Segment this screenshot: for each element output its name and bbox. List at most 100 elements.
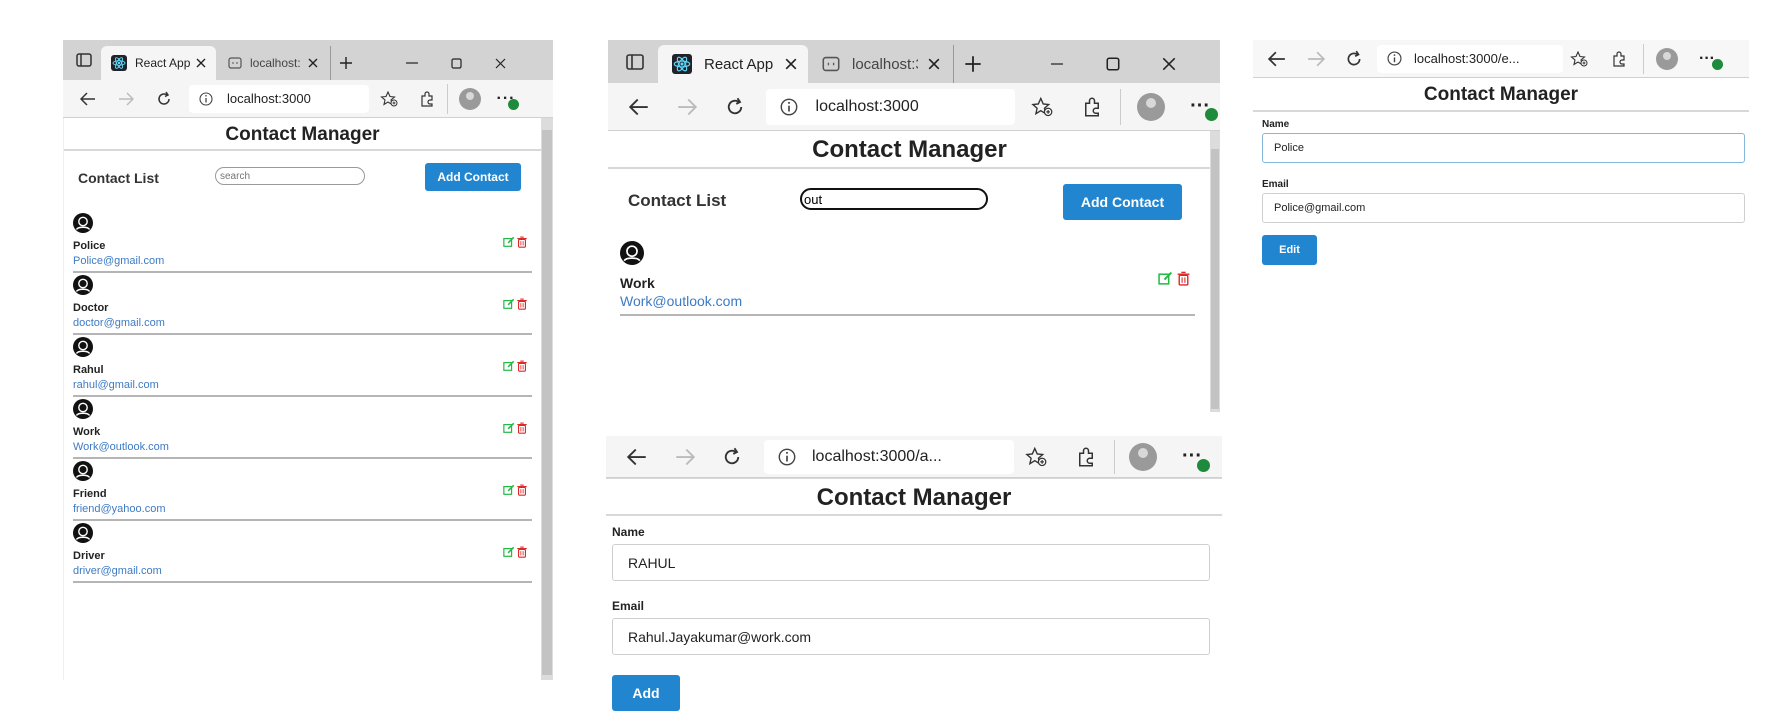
name-field-value: Police xyxy=(1274,142,1304,154)
contact-email: Work@outlook.com xyxy=(73,441,169,453)
edit-icon[interactable] xyxy=(503,484,515,496)
edit-icon[interactable] xyxy=(503,236,515,248)
reload-icon[interactable] xyxy=(714,89,756,125)
back-icon[interactable] xyxy=(616,440,658,474)
contact-item[interactable]: Doctor doctor@gmail.com xyxy=(73,275,532,335)
close-window-icon[interactable] xyxy=(1141,45,1197,83)
user-avatar-icon xyxy=(73,399,93,419)
contact-list-heading: Contact List xyxy=(78,170,159,186)
reload-icon[interactable] xyxy=(712,440,752,474)
edit-icon[interactable] xyxy=(503,546,515,558)
trash-icon[interactable] xyxy=(516,422,528,434)
trash-icon[interactable] xyxy=(516,298,528,310)
contact-item[interactable]: Work Work@outlook.com xyxy=(620,241,1195,316)
more-icon[interactable]: ··· xyxy=(491,84,521,114)
email-label: Email xyxy=(1262,179,1289,190)
contact-item[interactable]: Rahul rahul@gmail.com xyxy=(73,337,532,397)
forward-icon[interactable] xyxy=(1295,44,1337,74)
extensions-icon[interactable] xyxy=(407,84,447,114)
info-icon[interactable] xyxy=(199,91,213,106)
address-bar[interactable]: localhost:3000/e... xyxy=(1377,44,1563,73)
profile-icon[interactable] xyxy=(1114,439,1170,474)
contact-item[interactable]: Police Police@gmail.com xyxy=(73,213,532,273)
extensions-icon[interactable] xyxy=(1065,89,1121,125)
contact-email: driver@gmail.com xyxy=(73,565,162,577)
reload-icon[interactable] xyxy=(1337,44,1371,74)
back-icon[interactable] xyxy=(618,89,660,125)
back-icon[interactable] xyxy=(71,84,105,114)
tab-react-app[interactable]: React App xyxy=(101,46,216,80)
plus-icon[interactable] xyxy=(330,46,360,80)
trash-icon[interactable] xyxy=(1176,271,1191,286)
close-window-icon[interactable] xyxy=(478,46,522,80)
name-field[interactable]: RAHUL xyxy=(612,544,1210,581)
address-bar[interactable]: localhost:3000/a... xyxy=(764,439,1014,474)
maximize-icon[interactable] xyxy=(1085,45,1141,83)
navigation-bar: localhost:3000 ··· xyxy=(63,80,553,118)
info-icon[interactable] xyxy=(778,448,796,466)
tab-label: React App xyxy=(135,56,191,70)
close-icon[interactable] xyxy=(927,57,941,71)
add-contact-button[interactable]: Add Contact xyxy=(425,163,521,191)
edit-icon[interactable] xyxy=(503,298,515,310)
more-icon[interactable]: ··· xyxy=(1180,89,1220,125)
tab-localhost[interactable]: localhost:3 xyxy=(808,45,953,83)
trash-icon[interactable] xyxy=(516,360,528,372)
back-icon[interactable] xyxy=(1259,44,1295,74)
contact-list-header: Contact List Add Contact xyxy=(64,151,553,213)
forward-icon[interactable] xyxy=(658,440,712,474)
extensions-icon[interactable] xyxy=(1058,440,1114,474)
trash-icon[interactable] xyxy=(516,236,528,248)
forward-icon[interactable] xyxy=(105,84,147,114)
address-bar[interactable]: localhost:3000 xyxy=(189,84,369,113)
extensions-icon[interactable] xyxy=(1595,44,1643,74)
name-field-value: RAHUL xyxy=(628,554,676,571)
close-icon[interactable] xyxy=(194,56,208,70)
forward-icon[interactable] xyxy=(660,89,714,125)
user-avatar-icon xyxy=(73,337,93,357)
email-field[interactable]: Police@gmail.com xyxy=(1262,193,1745,223)
email-field[interactable]: Rahul.Jayakumar@work.com xyxy=(612,618,1210,655)
address-bar[interactable]: localhost:3000 xyxy=(765,88,1015,125)
more-icon[interactable]: ··· xyxy=(1170,440,1214,474)
page-content: Contact Manager Contact List Add Contact… xyxy=(63,118,553,680)
plus-icon[interactable] xyxy=(953,45,991,83)
search-input[interactable] xyxy=(215,167,365,185)
contact-item[interactable]: Work Work@outlook.com xyxy=(73,399,532,459)
contact-item[interactable]: Driver driver@gmail.com xyxy=(73,523,532,583)
more-icon[interactable]: ··· xyxy=(1689,44,1725,74)
favorite-icon[interactable] xyxy=(1014,440,1058,474)
minimize-icon[interactable] xyxy=(1029,45,1085,83)
search-input[interactable] xyxy=(800,188,988,210)
favorite-icon[interactable] xyxy=(371,84,407,114)
profile-icon[interactable] xyxy=(447,83,491,114)
trash-icon[interactable] xyxy=(516,546,528,558)
add-contact-button[interactable]: Add Contact xyxy=(1063,184,1182,220)
close-icon[interactable] xyxy=(306,56,320,70)
edit-icon[interactable] xyxy=(1158,271,1173,286)
edit-icon[interactable] xyxy=(503,360,515,372)
info-icon[interactable] xyxy=(1387,51,1402,66)
add-button[interactable]: Add xyxy=(612,675,680,711)
minimize-icon[interactable] xyxy=(390,46,434,80)
info-icon[interactable] xyxy=(780,98,798,116)
trash-icon[interactable] xyxy=(516,484,528,496)
sidebar-icon[interactable] xyxy=(67,43,101,77)
maximize-icon[interactable] xyxy=(434,46,478,80)
profile-icon[interactable] xyxy=(1643,43,1689,74)
close-icon[interactable] xyxy=(784,57,798,71)
contact-item[interactable]: Friend friend@yahoo.com xyxy=(73,461,532,521)
contact-email: rahul@gmail.com xyxy=(73,379,159,391)
reload-icon[interactable] xyxy=(147,84,181,114)
contact-list-heading: Contact List xyxy=(628,191,727,210)
tab-localhost[interactable]: localhost:3 xyxy=(216,46,326,80)
sidebar-icon[interactable] xyxy=(616,43,654,81)
tab-react-app[interactable]: React App xyxy=(658,45,808,83)
edit-icon[interactable] xyxy=(503,422,515,434)
edit-button[interactable]: Edit xyxy=(1262,235,1317,265)
profile-icon[interactable] xyxy=(1120,88,1180,125)
favorite-icon[interactable] xyxy=(1563,44,1595,74)
favorite-icon[interactable] xyxy=(1019,89,1065,125)
name-field[interactable]: Police xyxy=(1262,133,1745,163)
user-avatar-icon xyxy=(73,213,93,233)
